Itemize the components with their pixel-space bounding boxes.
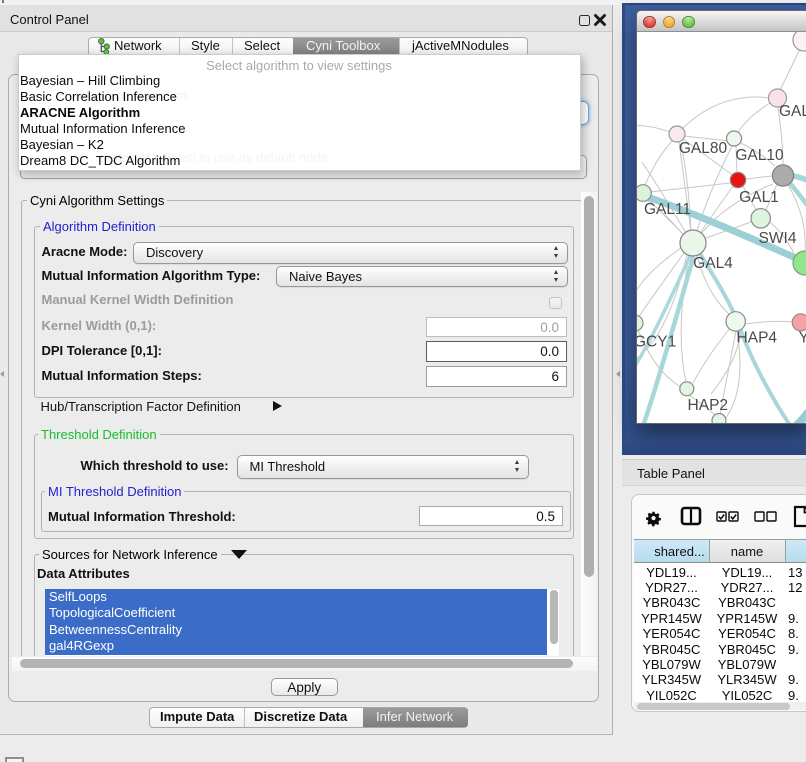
svg-text:GCY1: GCY1 <box>637 334 676 351</box>
svg-text:SWI4: SWI4 <box>759 230 797 247</box>
svg-text:HAP2: HAP2 <box>688 397 729 414</box>
svg-text:GAL1: GAL1 <box>739 189 779 206</box>
svg-text:HAP4: HAP4 <box>737 330 778 347</box>
svg-text:GAL11: GAL11 <box>644 201 691 218</box>
svg-text:GAL2: GAL2 <box>779 103 806 120</box>
svg-text:GAL80: GAL80 <box>679 140 728 157</box>
svg-text:YM: YM <box>799 330 806 347</box>
svg-text:GAL4: GAL4 <box>693 255 733 272</box>
svg-text:GAL10: GAL10 <box>735 147 784 164</box>
